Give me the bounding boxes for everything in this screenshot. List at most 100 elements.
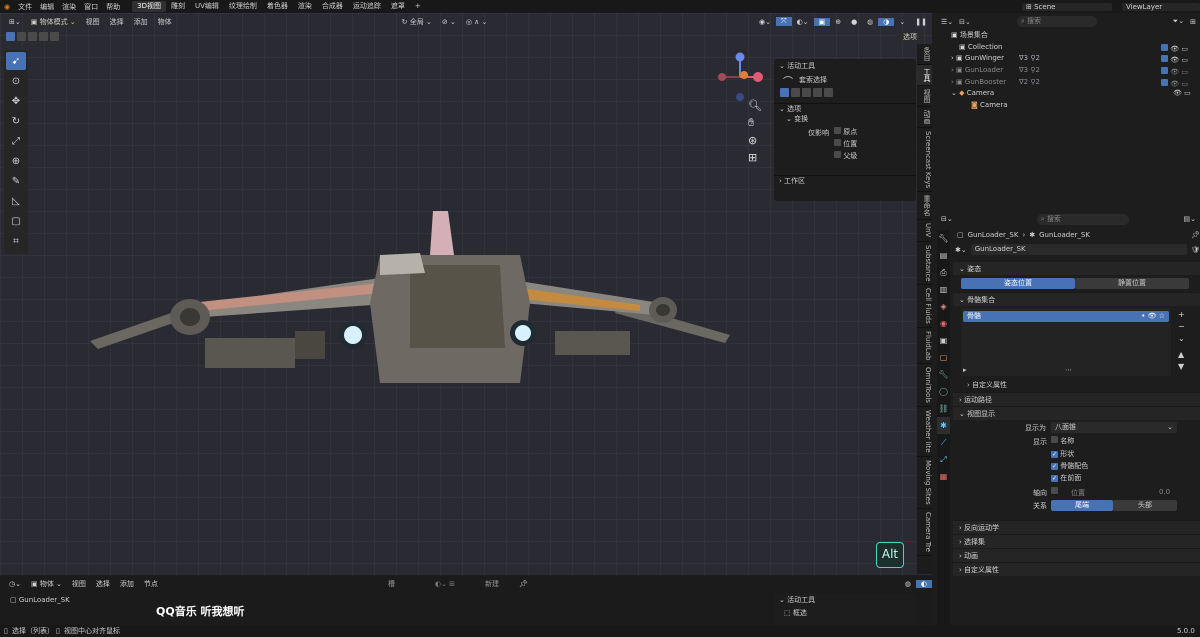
eye-icon[interactable]: 👁︎ xyxy=(1173,89,1182,97)
select-subtract-icon[interactable] xyxy=(28,32,37,41)
pin-icon[interactable]: 📌︎ xyxy=(514,580,533,588)
tab-masking[interactable]: 遮罩 xyxy=(386,1,410,12)
eye-icon[interactable]: 👁︎ xyxy=(1170,45,1179,53)
slot-icons[interactable]: ◐⌄ ⊞ xyxy=(430,580,460,588)
collection-tab-icon[interactable]: ▣ xyxy=(937,332,950,349)
add-cube-tool-icon[interactable]: ▢ xyxy=(6,212,26,230)
shapes-box[interactable]: ✓ xyxy=(1051,451,1058,458)
list-grip-icon[interactable]: ⋯ xyxy=(1065,366,1072,374)
in-front-box[interactable]: ✓ xyxy=(1051,475,1058,482)
mode-new-icon[interactable] xyxy=(780,88,789,97)
tab-rendering[interactable]: 渲染 xyxy=(293,1,317,12)
custom-props-header[interactable]: › 自定义属性 xyxy=(953,562,1200,576)
extra-tool-icon[interactable]: ⌗ xyxy=(6,232,26,250)
locations-checkbox[interactable]: 位置 xyxy=(834,139,857,149)
bone-collection-icons[interactable]: • 👁︎ ☆ xyxy=(1141,311,1165,322)
world-tab-icon[interactable]: ◉ xyxy=(937,315,950,332)
menu-render[interactable]: 渲染 xyxy=(58,2,80,12)
shading-rendered-icon[interactable]: ◑ xyxy=(878,17,895,26)
xray-icon[interactable]: ▣ xyxy=(813,17,831,26)
armature-data-tab-icon[interactable]: ✱ xyxy=(937,417,950,434)
camera-view-icon[interactable]: ⊛ xyxy=(748,134,762,147)
move-tool-icon[interactable]: ✥ xyxy=(6,92,26,110)
outliner-row[interactable]: ◙ Camera xyxy=(937,100,1200,112)
tab-texture-paint[interactable]: 纹理绘制 xyxy=(224,1,262,12)
display-as-dropdown[interactable]: 八面锥 ⌄ xyxy=(1051,422,1177,433)
expand-icon[interactable]: › xyxy=(951,54,954,62)
options-button[interactable]: 选项 xyxy=(898,32,922,42)
viewlayer-selector[interactable]: ViewLayer xyxy=(1122,2,1200,11)
relations-tail-button[interactable]: 尾端 xyxy=(1051,500,1113,511)
bone-collections-header[interactable]: ⌄ 骨骼集合 xyxy=(953,292,1200,306)
add-collection-button[interactable]: + xyxy=(1178,310,1185,319)
move-down-button[interactable]: ▼ xyxy=(1178,362,1185,371)
custom-props-subheader[interactable]: › 自定义属性 xyxy=(953,378,1200,392)
shading-material-icon[interactable]: ◍ xyxy=(862,18,878,26)
bone-collection-list[interactable]: 骨骼 • 👁︎ ☆ ▸ ⋯ xyxy=(961,308,1171,376)
show-shapes-checkbox[interactable]: ✓ 形状 xyxy=(1051,449,1074,459)
tab-sculpt[interactable]: 雕刻 xyxy=(166,1,190,12)
origins-checkbox[interactable]: 原点 xyxy=(834,127,857,137)
vtab-animation[interactable]: 动画 xyxy=(917,107,932,128)
tool-tab-icon[interactable]: 🔧︎ xyxy=(937,230,950,247)
bottom-editor-type-icon[interactable]: ◷⌄ xyxy=(4,580,26,588)
expand-icon[interactable]: › xyxy=(951,78,954,86)
vtab-tool[interactable]: 工具 xyxy=(917,65,932,86)
zoom-icon[interactable]: 🔍︎ xyxy=(748,99,762,112)
workspace-header[interactable]: › 工作区 xyxy=(774,175,916,186)
axes-position-value[interactable]: 0.0 xyxy=(1159,488,1170,496)
menu-view[interactable]: 视图 xyxy=(81,17,105,27)
vtab-moving-sites[interactable]: Moving Sites xyxy=(917,457,932,509)
bone-tab-icon[interactable]: ⟋ xyxy=(937,434,950,451)
select-intersect-icon[interactable] xyxy=(50,32,59,41)
props-editor-icon[interactable]: ⊟⌄ xyxy=(941,215,953,223)
select-invert-icon[interactable] xyxy=(39,32,48,41)
show-in-front-checkbox[interactable]: ✓ 在前面 xyxy=(1051,473,1081,483)
locations-box[interactable] xyxy=(834,139,841,146)
mode-invert-icon[interactable] xyxy=(813,88,822,97)
transform-tool-icon[interactable]: ⊕ xyxy=(6,152,26,170)
select-tool-icon[interactable]: ➹ xyxy=(6,52,26,70)
scale-tool-icon[interactable]: ⤢ xyxy=(6,132,26,150)
outliner-row[interactable]: › ▣ GunLoader ∇3 ⚲2 👁︎ ▭ xyxy=(937,65,1200,77)
camera-icon[interactable]: ▭ xyxy=(1181,45,1188,53)
animation-header[interactable]: › 动画 xyxy=(953,548,1200,562)
menu-edit[interactable]: 编辑 xyxy=(36,2,58,12)
transform-orientation[interactable]: ↻ 全局 ⌄ xyxy=(397,17,437,27)
menu-file[interactable]: 文件 xyxy=(14,2,36,12)
row-exclude-checkbox[interactable] xyxy=(1161,43,1168,51)
armature-data-icon[interactable]: ✱⌄ xyxy=(955,246,967,254)
pan-hand-icon[interactable]: ✋︎ xyxy=(748,116,762,130)
scene-collection-row[interactable]: ▣ 场景集合 xyxy=(937,30,1200,42)
modifier-tab-icon[interactable]: 🔧︎ xyxy=(937,366,950,383)
proportional-icon[interactable]: ◎ ∧ ⌄ xyxy=(461,18,493,26)
annotate-tool-icon[interactable]: ✎ xyxy=(6,172,26,190)
tab-compositing[interactable]: 合成器 xyxy=(317,1,348,12)
rest-position-button[interactable]: 静置位置 xyxy=(1075,278,1189,289)
vtab-rename[interactable]: 重命名 xyxy=(917,192,932,221)
options-header[interactable]: ⌄ 选项 xyxy=(774,103,916,114)
mode-extend-icon[interactable] xyxy=(791,88,800,97)
shading-wire-icon[interactable]: ⊕ xyxy=(830,18,846,26)
constraints-tab-icon[interactable]: ⛓︎ xyxy=(937,400,950,417)
object-tab-icon[interactable]: ▢ xyxy=(937,349,950,366)
scene-tab-icon[interactable]: ◈ xyxy=(937,298,950,315)
eye-icon[interactable]: 👁︎ xyxy=(1170,68,1179,76)
vtab-view[interactable]: 视图 xyxy=(917,86,932,107)
vtab-substance[interactable]: Substance xyxy=(917,242,932,286)
cursor-tool-icon[interactable]: ⊙ xyxy=(6,72,26,90)
mode-selector[interactable]: ▣ 物体模式 ⌄ xyxy=(25,16,81,27)
physics-tab-icon[interactable]: ◯ xyxy=(937,383,950,400)
fake-user-icon[interactable]: 🛡︎ xyxy=(1191,246,1200,254)
view-layer-tab-icon[interactable]: ▥ xyxy=(937,281,950,298)
outliner-editor-icon[interactable]: ☰⌄ xyxy=(941,18,953,26)
ik-header[interactable]: › 反向运动学 xyxy=(953,520,1200,534)
overlay-icon[interactable]: ◐⌄ xyxy=(792,18,814,26)
mode-intersect-icon[interactable] xyxy=(824,88,833,97)
menu-add[interactable]: 添加 xyxy=(129,17,153,27)
visibility-icon[interactable]: ◉⌄ xyxy=(754,18,776,26)
snap-bottom-icon[interactable]: ◍ xyxy=(900,580,916,588)
row-exclude-checkbox[interactable] xyxy=(1161,67,1168,75)
vtab-omnitools[interactable]: OmniTools xyxy=(917,364,932,408)
bottom-object-selector[interactable]: ▣ 物体 ⌄ xyxy=(26,579,67,589)
